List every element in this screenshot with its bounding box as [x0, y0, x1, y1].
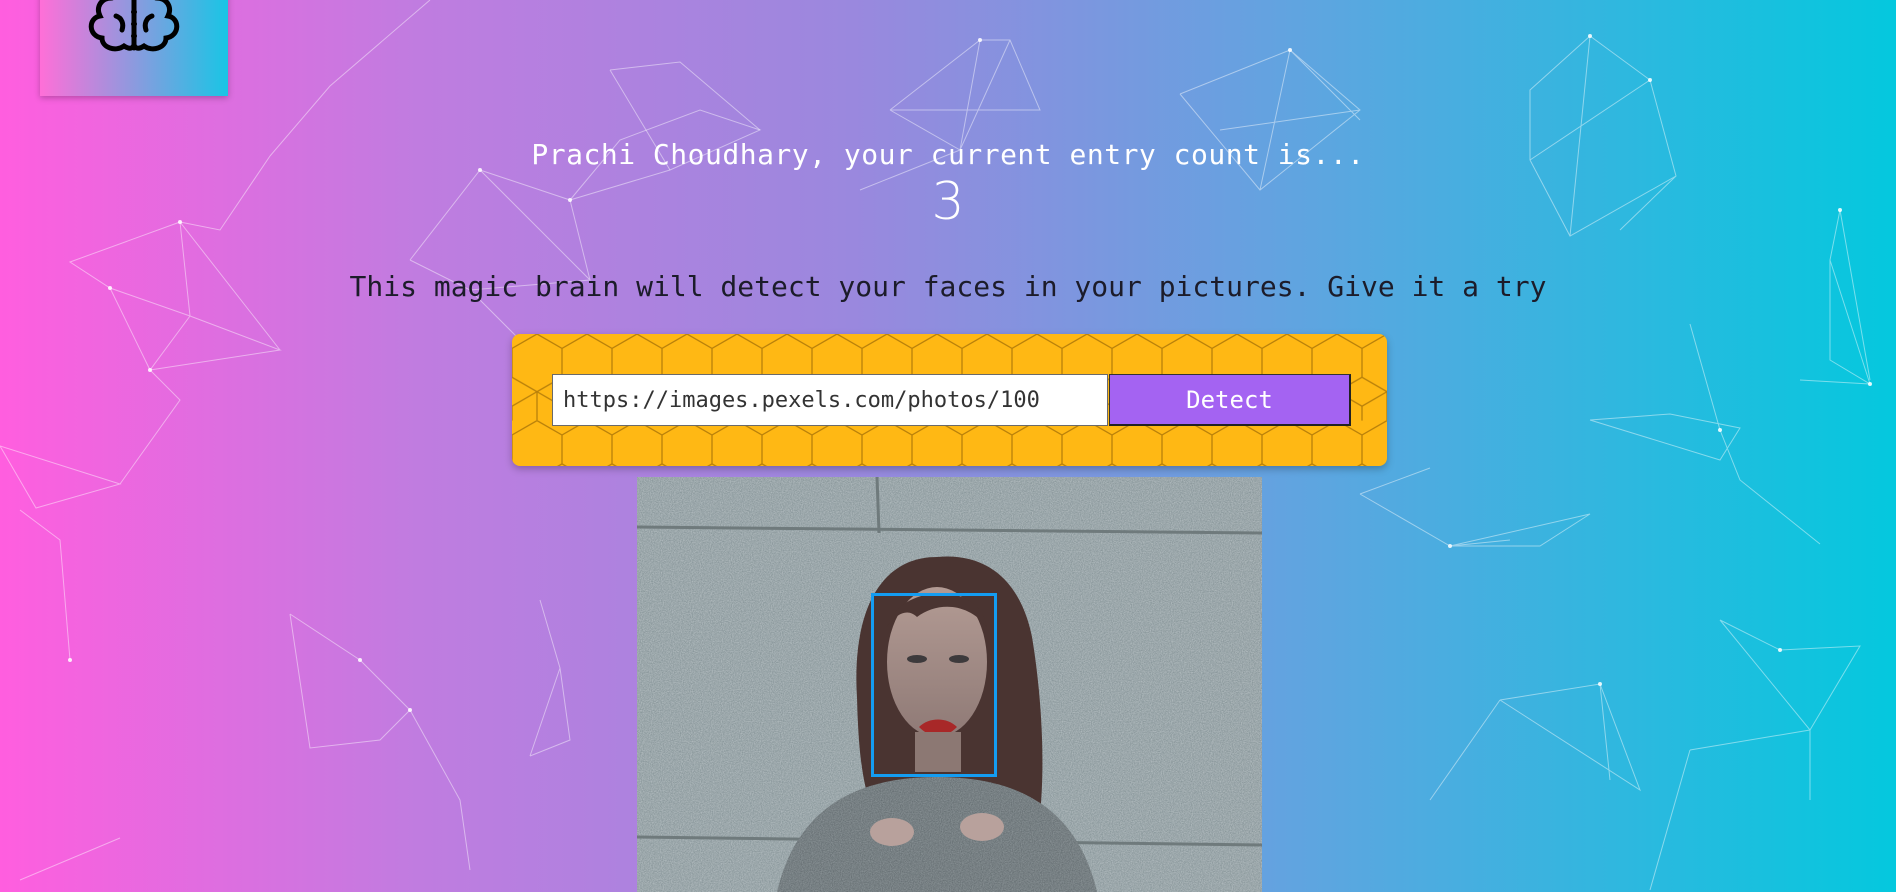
- face-recognition-image: [637, 477, 1262, 892]
- detect-button[interactable]: Detect: [1109, 374, 1351, 426]
- image-link-form: Detect: [512, 334, 1387, 466]
- face-bounding-box: [871, 593, 997, 777]
- app-description: This magic brain will detect your faces …: [349, 270, 1547, 303]
- entry-count-value: 3: [931, 172, 965, 232]
- entry-count-greeting: Prachi Choudhary, your current entry cou…: [531, 138, 1365, 171]
- logo-card: [40, 0, 228, 96]
- image-url-input[interactable]: [552, 374, 1108, 426]
- brain-icon: [72, 0, 196, 60]
